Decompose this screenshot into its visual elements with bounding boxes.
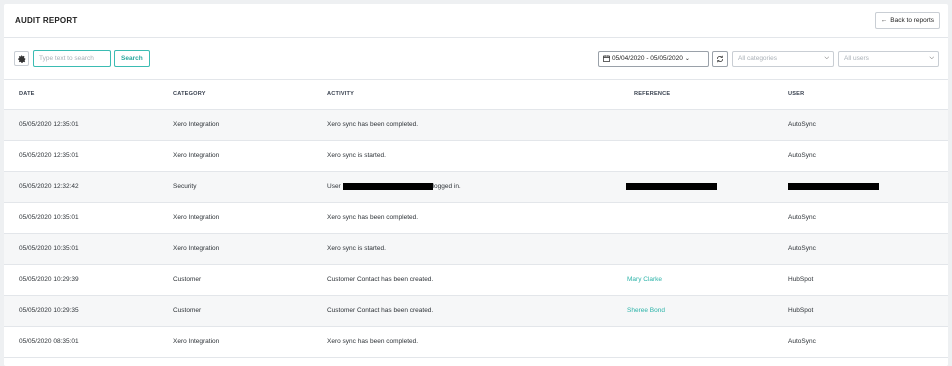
reference-link[interactable]: Mary Clarke: [627, 276, 662, 283]
page-header: AUDIT REPORT ← Back to reports: [4, 4, 948, 38]
cell-activity: User logged in.: [312, 171, 619, 203]
back-to-reports-label: Back to reports: [890, 17, 934, 24]
cell-category: Customer: [158, 295, 312, 327]
cell-activity: Customer Contact has been created.: [312, 264, 619, 296]
column-header-reference[interactable]: REFERENCE: [619, 80, 773, 110]
table-row: 05/05/2020 10:35:01 Xero Integration Xer…: [4, 233, 948, 265]
refresh-icon: [716, 55, 724, 62]
refresh-button[interactable]: [712, 50, 728, 67]
cell-activity: Xero sync is started.: [312, 140, 619, 172]
cell-user: [773, 171, 948, 203]
date-range-picker[interactable]: 05/04/2020 - 05/05/2020 ⌄: [598, 50, 709, 67]
column-header-activity[interactable]: ACTIVITY: [312, 80, 619, 110]
column-header-category[interactable]: CATEGORY: [158, 80, 312, 110]
cell-reference: Mary Clarke: [619, 264, 773, 296]
cell-date: 05/05/2020 10:29:39: [4, 264, 158, 296]
cell-reference: [619, 140, 773, 172]
cell-user: HubSpot: [773, 295, 948, 327]
cell-user: AutoSync: [773, 109, 948, 141]
cell-user: HubSpot: [773, 264, 948, 296]
redacted-username: [342, 182, 433, 190]
category-select[interactable]: All categories ⌵: [732, 50, 834, 67]
cell-date: 05/05/2020 10:35:01: [4, 233, 158, 265]
cell-category: Xero Integration: [158, 326, 312, 358]
cell-date: 05/05/2020 12:35:01: [4, 140, 158, 172]
cell-user: AutoSync: [773, 326, 948, 358]
column-header-user[interactable]: USER: [773, 80, 948, 110]
table-row: 05/05/2020 08:35:01 Xero Integration Xer…: [4, 326, 948, 358]
reference-link[interactable]: Sheree Bond: [627, 307, 665, 314]
cell-category: Customer: [158, 264, 312, 296]
cell-date: 05/05/2020 10:35:01: [4, 202, 158, 234]
table-row: 05/05/2020 10:29:35 Customer Customer Co…: [4, 295, 948, 327]
settings-button[interactable]: [14, 51, 29, 66]
cell-date: 05/05/2020 12:32:42: [4, 171, 158, 203]
cell-category: Xero Integration: [158, 202, 312, 234]
cell-activity: Xero sync has been completed.: [312, 326, 619, 358]
user-select-value: All users: [844, 55, 869, 62]
audit-table: DATE CATEGORY ACTIVITY REFERENCE USER 05…: [4, 80, 948, 358]
redacted-user: [788, 182, 879, 190]
calendar-icon: [603, 55, 610, 62]
chevron-down-icon: ⌵: [929, 55, 934, 61]
user-select[interactable]: All users ⌵: [838, 50, 939, 67]
redacted-reference: [626, 182, 717, 190]
cell-user: AutoSync: [773, 202, 948, 234]
cell-date: 05/05/2020 12:35:01: [4, 109, 158, 141]
activity-prefix: User: [327, 183, 341, 191]
search-button[interactable]: Search: [114, 50, 150, 67]
back-to-reports-button[interactable]: ← Back to reports: [874, 12, 940, 29]
filter-toolbar: Search 05/04/2020 - 05/05/2020 ⌄ All cat…: [4, 38, 948, 80]
table-header-row: DATE CATEGORY ACTIVITY REFERENCE USER: [4, 80, 948, 110]
cell-reference: [619, 202, 773, 234]
table-row: 05/05/2020 12:32:42 Security User logged…: [4, 171, 948, 203]
chevron-down-icon: ⌵: [824, 55, 829, 61]
cell-date: 05/05/2020 10:29:35: [4, 295, 158, 327]
table-row: 05/05/2020 10:35:01 Xero Integration Xer…: [4, 202, 948, 234]
page-title: AUDIT REPORT: [15, 16, 78, 25]
cell-category: Xero Integration: [158, 140, 312, 172]
arrow-left-icon: ←: [880, 17, 888, 24]
date-range-value: 05/04/2020 - 05/05/2020: [612, 55, 683, 62]
cell-activity: Xero sync has been completed.: [312, 202, 619, 234]
gear-icon: [17, 54, 25, 63]
cell-category: Xero Integration: [158, 233, 312, 265]
cell-reference: [619, 109, 773, 141]
audit-report-panel: AUDIT REPORT ← Back to reports Search 05…: [4, 4, 948, 366]
cell-activity: Customer Contact has been created.: [312, 295, 619, 327]
cell-user: AutoSync: [773, 233, 948, 265]
table-row: 05/05/2020 12:35:01 Xero Integration Xer…: [4, 109, 948, 141]
category-select-value: All categories: [738, 55, 778, 62]
cell-user: AutoSync: [773, 140, 948, 172]
cell-date: 05/05/2020 08:35:01: [4, 326, 158, 358]
cell-reference: Sheree Bond: [619, 295, 773, 327]
cell-activity: Xero sync is started.: [312, 233, 619, 265]
cell-category: Xero Integration: [158, 109, 312, 141]
cell-reference: [619, 326, 773, 358]
cell-reference: [619, 171, 773, 203]
table-row: 05/05/2020 12:35:01 Xero Integration Xer…: [4, 140, 948, 172]
cell-reference: [619, 233, 773, 265]
cell-category: Security: [158, 171, 312, 203]
cell-activity: Xero sync has been completed.: [312, 109, 619, 141]
activity-suffix: logged in.: [432, 183, 461, 191]
column-header-date[interactable]: DATE: [4, 80, 158, 110]
table-row: 05/05/2020 10:29:39 Customer Customer Co…: [4, 264, 948, 296]
chevron-down-icon: ⌄: [684, 56, 690, 62]
search-input[interactable]: [33, 50, 111, 67]
